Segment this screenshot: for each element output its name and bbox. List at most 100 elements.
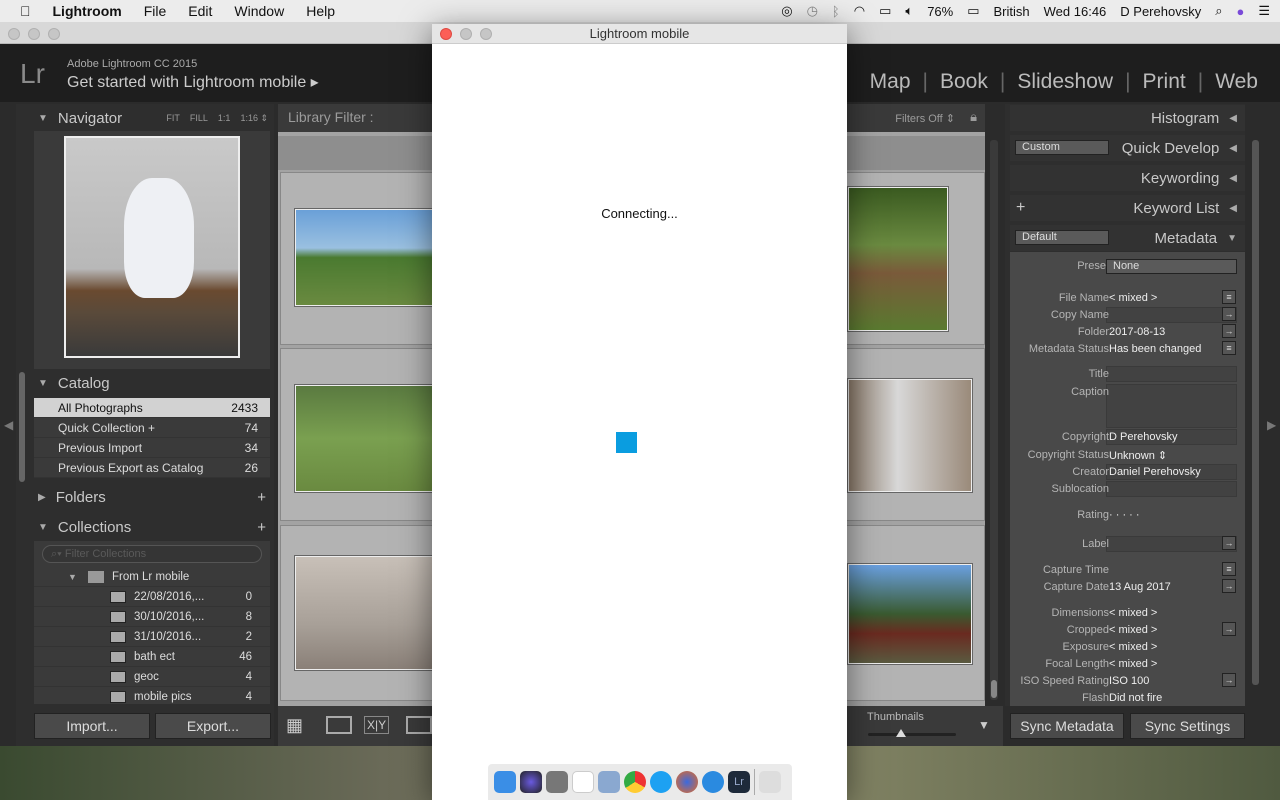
- notification-center-icon[interactable]: ☰: [1258, 3, 1270, 19]
- preview-icon[interactable]: [598, 771, 620, 793]
- zoom-1-16[interactable]: 1:16 ⇕: [240, 113, 268, 124]
- dialog-close-button[interactable]: [440, 28, 452, 40]
- airplay-icon[interactable]: ▭: [879, 3, 891, 19]
- metadata-field[interactable]: [1106, 307, 1237, 323]
- collection-set[interactable]: ▼ From Lr mobile: [34, 567, 270, 587]
- navigator-preview[interactable]: [34, 131, 270, 369]
- metadata-field[interactable]: [1106, 384, 1237, 428]
- slider-handle[interactable]: [896, 729, 906, 737]
- module-map[interactable]: Map: [858, 70, 923, 94]
- trash-icon[interactable]: [759, 771, 781, 793]
- collection-item[interactable]: mobile pics 4: [34, 687, 270, 704]
- photo-thumbnail[interactable]: [295, 556, 435, 670]
- collection-item[interactable]: 22/08/2016,... 0: [34, 587, 270, 607]
- catalog-item[interactable]: Previous Export as Catalog 26: [34, 458, 270, 478]
- metadata-field[interactable]: [1106, 366, 1237, 382]
- add-folder-button[interactable]: +: [257, 489, 272, 506]
- finder-icon[interactable]: [494, 771, 516, 793]
- grid-cell[interactable]: [280, 525, 436, 701]
- add-keyword-button[interactable]: +: [1016, 199, 1025, 217]
- catalog-item[interactable]: Previous Import 34: [34, 438, 270, 458]
- navigator-header[interactable]: ▼ Navigator FIT FILL 1:1 1:16 ⇕: [30, 105, 272, 131]
- collection-item[interactable]: bath ect 46: [34, 647, 270, 667]
- bluetooth-icon[interactable]: ᛒ: [832, 4, 840, 19]
- spotlight-icon[interactable]: ⌕: [1215, 3, 1222, 19]
- get-started-link[interactable]: Get started with Lightroom mobile ▸: [67, 72, 319, 92]
- metadata-preset-select[interactable]: Default: [1015, 230, 1109, 245]
- photo-thumbnail[interactable]: [295, 209, 435, 306]
- list-button[interactable]: ≡: [1222, 341, 1236, 355]
- left-panel-toggle-icon[interactable]: ◀: [4, 418, 13, 432]
- menu-window[interactable]: Window: [234, 3, 284, 19]
- collections-header[interactable]: ▼ Collections +: [30, 514, 272, 540]
- loupe-view-icon[interactable]: [326, 716, 352, 734]
- lightroom-dock-icon[interactable]: Lr: [728, 771, 750, 793]
- grid-cell[interactable]: [843, 348, 985, 521]
- dialog-minimize-button[interactable]: [460, 28, 472, 40]
- apple-menu-icon[interactable]: : [20, 3, 31, 19]
- survey-view-icon[interactable]: [406, 716, 432, 734]
- histogram-header[interactable]: Histogram ◀: [1010, 105, 1245, 131]
- collection-item[interactable]: 30/10/2016,... 8: [34, 607, 270, 627]
- menu-file[interactable]: File: [144, 3, 167, 19]
- go-arrow-button[interactable]: →: [1222, 307, 1236, 321]
- catalog-item[interactable]: Quick Collection + 74: [34, 418, 270, 438]
- dialog-zoom-button[interactable]: [480, 28, 492, 40]
- photo-thumbnail[interactable]: [848, 187, 948, 331]
- thumbnail-size-slider[interactable]: [868, 729, 956, 737]
- collection-item[interactable]: 31/10/2016... 2: [34, 627, 270, 647]
- zoom-fit[interactable]: FIT: [166, 113, 180, 124]
- compare-view-icon[interactable]: X|Y: [364, 716, 390, 734]
- system-preferences-icon[interactable]: [546, 771, 568, 793]
- grid-cell[interactable]: [843, 525, 985, 701]
- menu-app[interactable]: Lightroom: [53, 3, 122, 19]
- input-source[interactable]: British: [994, 4, 1030, 19]
- left-panel-scrollbar[interactable]: [19, 372, 25, 482]
- grid-cell[interactable]: [843, 172, 985, 345]
- battery-percent[interactable]: 76%: [927, 4, 953, 19]
- module-slideshow[interactable]: Slideshow: [1005, 70, 1125, 94]
- catalog-header[interactable]: ▼ Catalog: [30, 370, 272, 396]
- grid-view-icon[interactable]: ▦: [286, 715, 303, 736]
- battery-icon[interactable]: ▭: [967, 3, 979, 19]
- grid-scroll-thumb[interactable]: [991, 680, 997, 698]
- add-collection-button[interactable]: +: [257, 519, 272, 536]
- clock[interactable]: Wed 16:46: [1044, 4, 1107, 19]
- export-button[interactable]: Export...: [155, 713, 271, 739]
- quick-develop-preset-select[interactable]: Custom: [1015, 140, 1109, 155]
- sync-settings-button[interactable]: Sync Settings: [1130, 713, 1245, 739]
- creative-cloud-icon[interactable]: ◎: [781, 3, 792, 19]
- toolbar-menu-icon[interactable]: ▼: [978, 718, 990, 732]
- grid-cell[interactable]: [280, 172, 436, 345]
- lock-icon[interactable]: 🔒︎: [970, 109, 977, 125]
- zoom-1-1[interactable]: 1:1: [218, 113, 231, 124]
- close-button[interactable]: [8, 28, 20, 40]
- photo-thumbnail[interactable]: [848, 564, 972, 664]
- collection-item[interactable]: geoc 4: [34, 667, 270, 687]
- zoom-fill[interactable]: FILL: [190, 113, 208, 124]
- metadata-preset-dropdown[interactable]: None: [1106, 259, 1237, 274]
- filter-collections-input[interactable]: ⌕▾ Filter Collections: [42, 545, 262, 563]
- keywording-header[interactable]: Keywording ◀: [1010, 165, 1245, 191]
- grid-scrollbar[interactable]: [990, 140, 998, 700]
- list-button[interactable]: ≡: [1222, 290, 1236, 304]
- menu-edit[interactable]: Edit: [188, 3, 212, 19]
- volume-icon[interactable]: 🔈︎: [905, 3, 913, 19]
- go-arrow-button[interactable]: →: [1222, 673, 1236, 687]
- safari-icon[interactable]: [702, 771, 724, 793]
- photo-thumbnail[interactable]: [295, 385, 435, 492]
- time-machine-icon[interactable]: ◷: [807, 3, 818, 19]
- grid-cell[interactable]: [280, 348, 436, 521]
- go-arrow-button[interactable]: →: [1222, 622, 1236, 636]
- right-panel-scrollbar[interactable]: [1252, 140, 1259, 685]
- filters-dropdown[interactable]: Filters Off ⇕: [895, 112, 955, 125]
- go-arrow-button[interactable]: →: [1222, 579, 1236, 593]
- module-book[interactable]: Book: [928, 70, 1000, 94]
- metadata-value[interactable]: Daniel Perehovsky: [1109, 466, 1201, 478]
- import-button[interactable]: Import...: [34, 713, 150, 739]
- list-button[interactable]: ≡: [1222, 562, 1236, 576]
- zoom-button[interactable]: [48, 28, 60, 40]
- user-name[interactable]: D Perehovsky: [1120, 4, 1201, 19]
- metadata-field[interactable]: [1106, 536, 1237, 552]
- menu-help[interactable]: Help: [306, 3, 335, 19]
